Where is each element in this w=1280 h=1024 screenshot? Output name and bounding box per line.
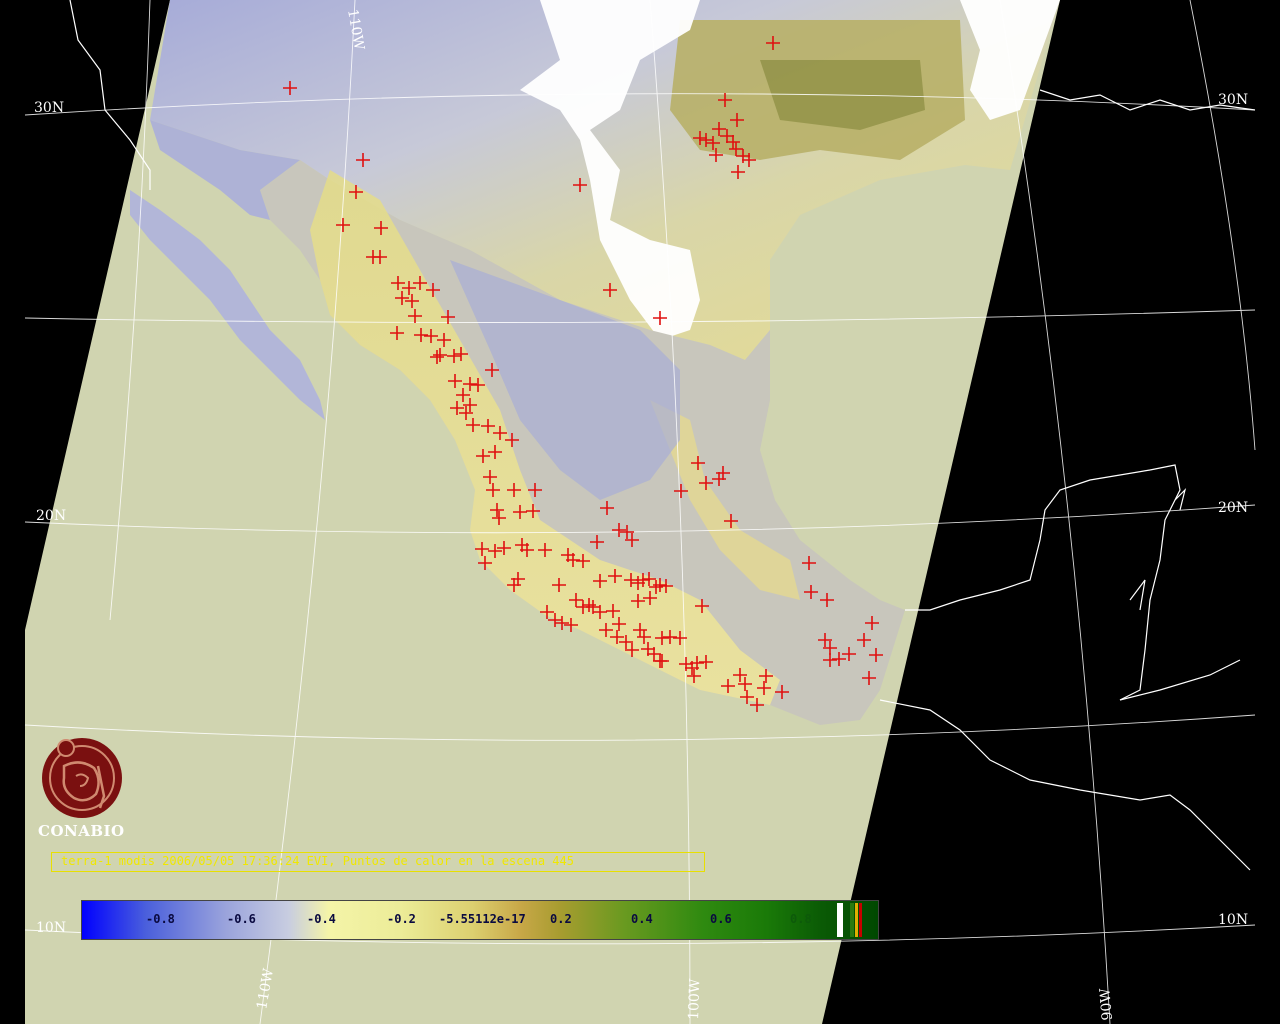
colorbar-label: -0.2 xyxy=(387,912,416,926)
lat-label-30n-left: 30N xyxy=(34,100,64,116)
scene-caption: terra-1 modis 2006/05/05 17:36:24 EVI, P… xyxy=(61,854,574,868)
colorbar-label: -0.6 xyxy=(227,912,256,926)
colorbar-label: 0.8 xyxy=(790,912,812,926)
lat-label-20n-left: 20N xyxy=(36,508,66,524)
lat-label-10n-right: 10N xyxy=(1218,912,1248,928)
lon-label-100w-bottom: 100W xyxy=(686,978,703,1020)
lat-label-10n-left: 10N xyxy=(36,920,66,936)
logo-head-icon xyxy=(57,739,75,757)
colorbar-swatch-red xyxy=(859,903,862,937)
colorbar-label: 0.6 xyxy=(710,912,732,926)
colorbar-label: 0.4 xyxy=(631,912,653,926)
colorbar-label: -5.55112e-17 xyxy=(439,912,526,926)
colorbar-label: -0.4 xyxy=(307,912,336,926)
colorbar-swatch-yellow xyxy=(855,903,858,937)
logo-outer-circle xyxy=(42,738,122,818)
lon-label-90w-bottom: 90W xyxy=(1097,987,1116,1021)
colorbar-label: -0.8 xyxy=(146,912,175,926)
colorbar-label: 0.2 xyxy=(550,912,572,926)
lat-label-20n-right: 20N xyxy=(1218,500,1248,516)
satellite-map-view: 30N 30N 20N 20N 10N 10N 110W 110W 100W 9… xyxy=(0,0,1280,1024)
evi-colorbar: -0.8 -0.6 -0.4 -0.2 -5.55112e-17 0.2 0.4… xyxy=(81,900,879,940)
lat-label-30n-right: 30N xyxy=(1218,92,1248,108)
logo-text: CONABIO xyxy=(38,822,125,840)
caption-box: terra-1 modis 2006/05/05 17:36:24 EVI, P… xyxy=(51,852,705,872)
colorbar-swatch-cloud xyxy=(837,903,843,937)
colorbar-swatch-green xyxy=(850,903,854,937)
